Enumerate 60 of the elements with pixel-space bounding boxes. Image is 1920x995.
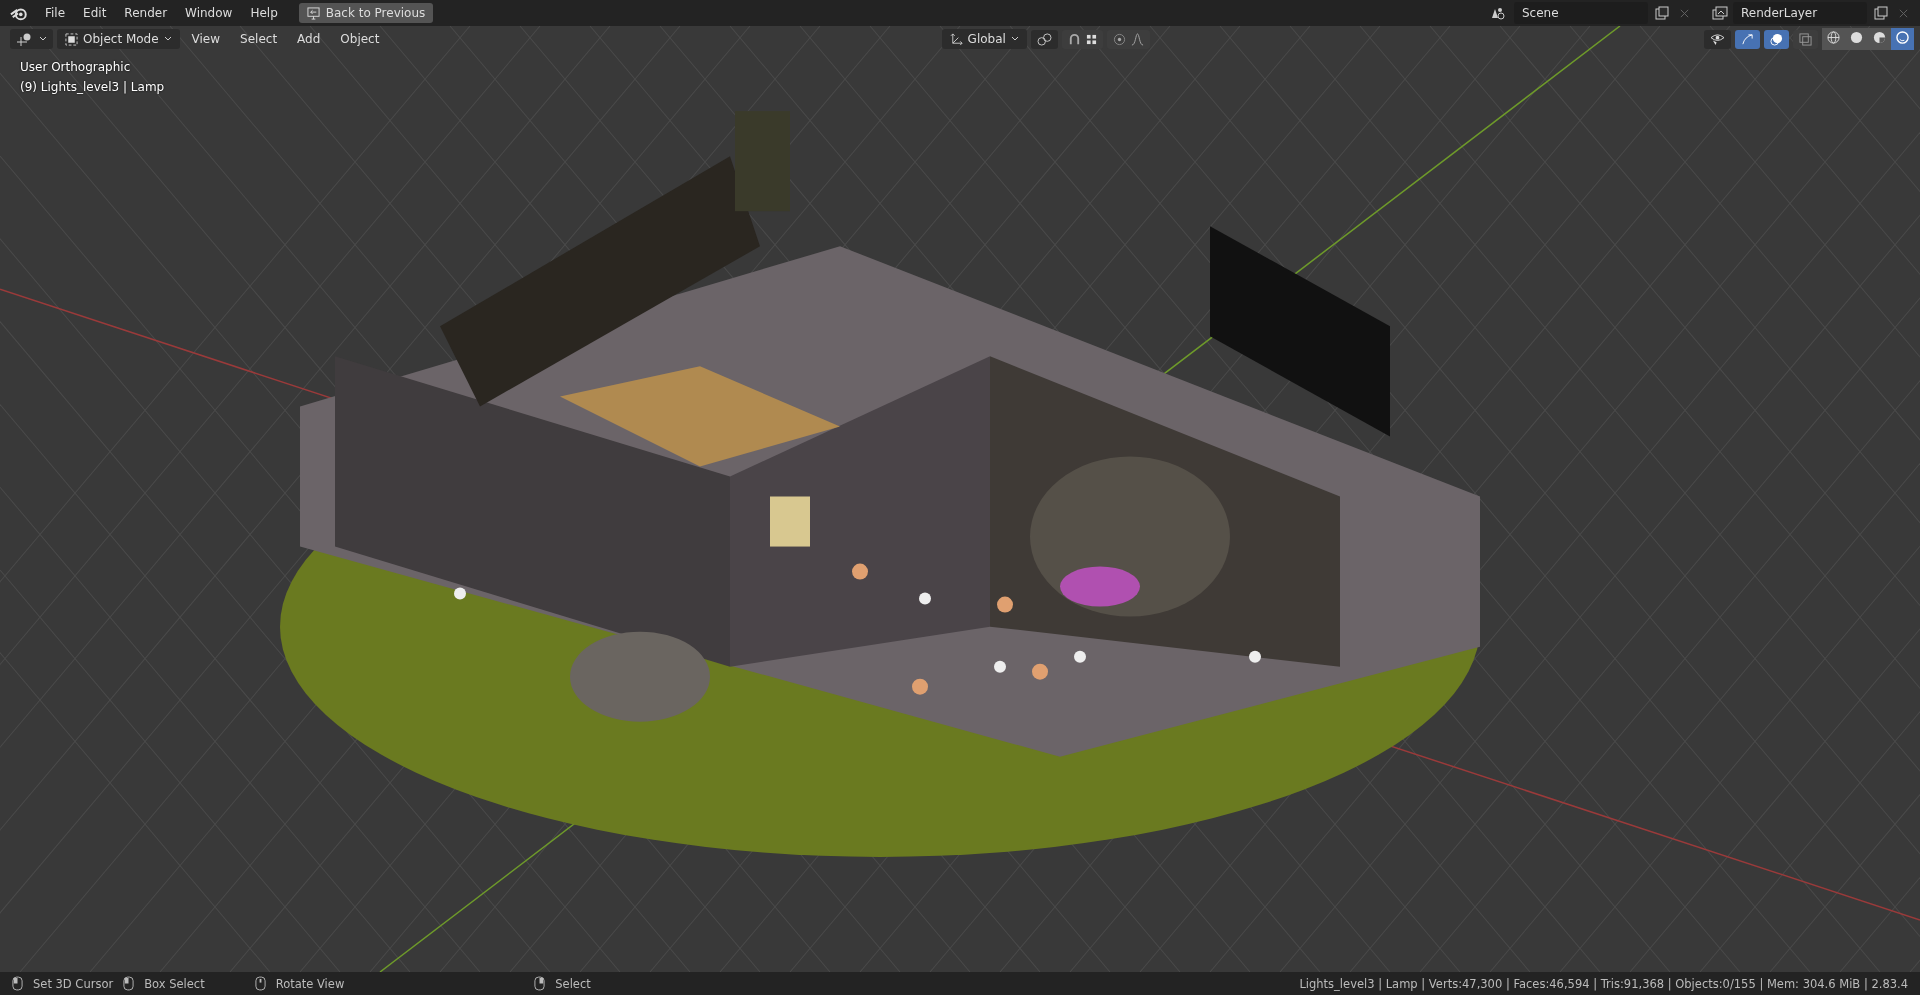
- menu-item[interactable]: Object: [332, 29, 388, 49]
- snap-toggle[interactable]: [1061, 29, 1103, 49]
- linked-circles-icon: [1036, 32, 1052, 46]
- object-info-label: (9) Lights_level3 | Lamp: [20, 80, 165, 94]
- material-shading-button[interactable]: [1868, 28, 1891, 50]
- pivot-dropdown[interactable]: [1030, 29, 1058, 49]
- image-stack-icon[interactable]: [1711, 6, 1729, 20]
- overlays-toggle[interactable]: [1764, 29, 1789, 49]
- duplicate-icon[interactable]: [1655, 6, 1669, 20]
- wireframe-shading-button[interactable]: [1822, 28, 1845, 50]
- status-hint: Rotate View: [275, 976, 345, 991]
- chevron-down-icon: [39, 36, 47, 42]
- bell-curve-icon: [1130, 32, 1144, 46]
- 3d-viewport[interactable]: Object Mode View Select Add Object Global User Orthographic (9) Lights_level3 | Lamp: [0, 26, 1920, 972]
- menu-item[interactable]: Edit: [76, 3, 114, 23]
- close-icon[interactable]: [1679, 7, 1690, 19]
- rendered-shading-button[interactable]: [1891, 28, 1914, 50]
- mode-dropdown[interactable]: Object Mode: [57, 29, 180, 49]
- orientation-dropdown[interactable]: Global: [941, 29, 1027, 49]
- menu-item[interactable]: File: [38, 3, 73, 23]
- proportional-edit-toggle[interactable]: [1106, 29, 1150, 49]
- overlapping-circles-icon: [1770, 32, 1783, 46]
- status-hint: Box Select: [144, 976, 205, 991]
- eye-cursor-icon: [1710, 32, 1725, 46]
- menu-item[interactable]: Render: [117, 3, 175, 23]
- half-shaded-sphere-icon: [1873, 31, 1886, 44]
- grid-dots-icon: [1085, 33, 1097, 45]
- menu-item[interactable]: Select: [232, 29, 286, 49]
- magnet-icon: [1067, 32, 1081, 46]
- menu-item[interactable]: Help: [243, 3, 285, 23]
- axes-icon: [949, 32, 963, 46]
- mouse-icon: [254, 976, 266, 991]
- duplicate-icon[interactable]: [1874, 6, 1888, 20]
- menu-item[interactable]: Add: [289, 29, 329, 49]
- back-button[interactable]: Back to Previous: [298, 3, 434, 23]
- wireframe-sphere-icon: [1827, 31, 1840, 44]
- target-icon: [1112, 32, 1126, 46]
- square-icon: [65, 32, 78, 46]
- overlapping-squares-icon: [1799, 32, 1812, 46]
- view-name-label: User Orthographic: [20, 60, 132, 74]
- close-icon[interactable]: [1898, 7, 1909, 19]
- glossy-sphere-icon: [1896, 31, 1909, 44]
- status-hint: Select: [555, 976, 591, 991]
- menu-item[interactable]: Window: [178, 3, 240, 23]
- mouse-icon: [534, 976, 546, 991]
- xray-toggle[interactable]: [1793, 29, 1818, 49]
- scene-field[interactable]: Scene: [1514, 2, 1648, 24]
- scene-statistics: Lights_level3 | Lamp | Verts:47,300 | Faces:46,594 | Tris:91,368 | Objects:0/155 | Mem: 304.6 MiB | 2.83.4: [1299, 976, 1908, 991]
- menu-item[interactable]: View: [183, 29, 229, 49]
- gizmo-toggle[interactable]: [1735, 29, 1760, 49]
- status-hint: Set 3D Cursor: [33, 976, 114, 991]
- visibility-dropdown[interactable]: [1704, 29, 1731, 49]
- mouse-icon: [12, 976, 23, 991]
- chevron-down-icon: [163, 36, 172, 42]
- view-layer-field[interactable]: RenderLayer: [1733, 2, 1867, 24]
- mouse-icon: [123, 976, 135, 991]
- curved-arrow-icon: [1741, 32, 1754, 46]
- editor-type-button[interactable]: [10, 29, 53, 49]
- solid-sphere-icon: [1850, 31, 1863, 44]
- chevron-down-icon: [1010, 36, 1019, 42]
